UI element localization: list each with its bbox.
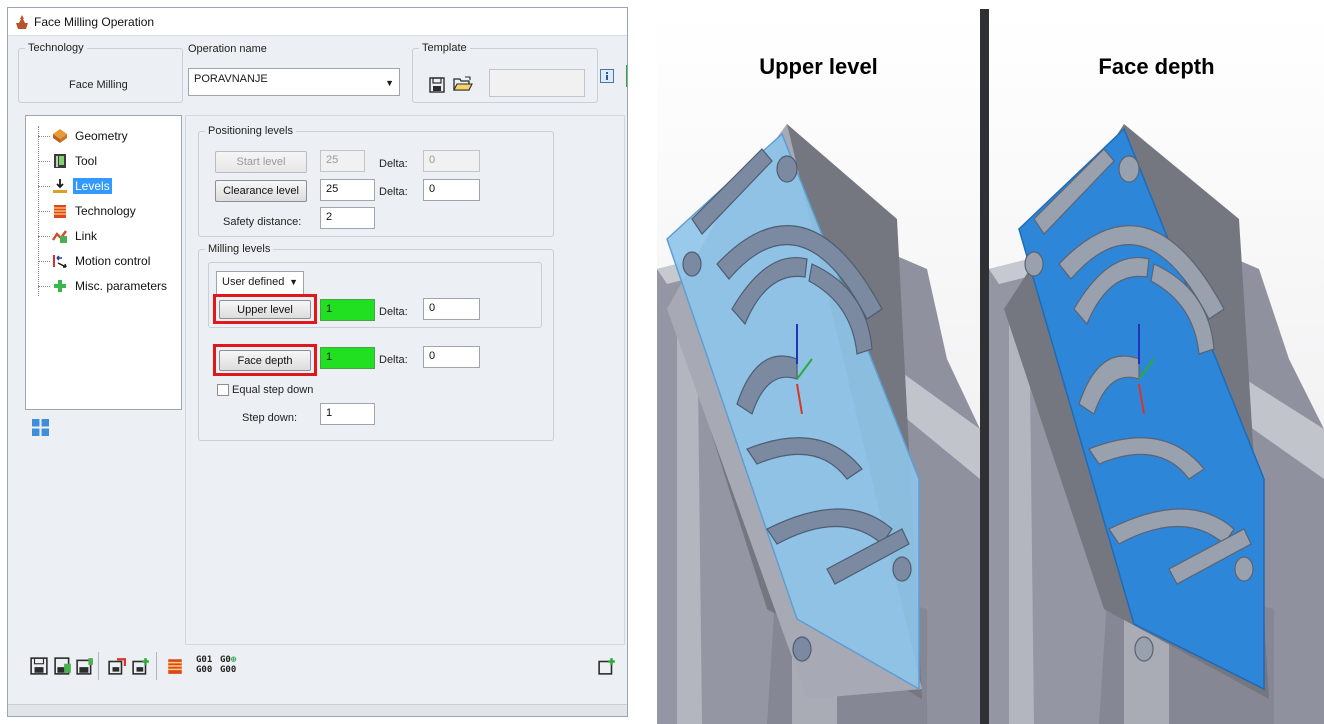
start-level-delta-label: Delta: bbox=[379, 158, 408, 170]
save-calculate-icon[interactable] bbox=[54, 656, 72, 676]
start-level-button[interactable]: Start level bbox=[215, 151, 307, 173]
technology-stack-icon[interactable] bbox=[166, 656, 184, 676]
template-group: Template bbox=[412, 42, 598, 103]
part-model-upper-level bbox=[657, 124, 980, 724]
tree-item-levels[interactable]: Levels bbox=[26, 176, 181, 196]
tree-label: Misc. parameters bbox=[75, 279, 168, 293]
step-down-field[interactable]: 1 bbox=[320, 403, 375, 425]
start-level-field[interactable]: 25 bbox=[320, 150, 365, 172]
open-folder-icon[interactable] bbox=[453, 75, 473, 93]
chevron-down-icon: ▼ bbox=[289, 277, 298, 287]
misc-parameters-icon bbox=[54, 280, 66, 292]
tree-label: Link bbox=[75, 229, 98, 243]
toolbar-separator bbox=[98, 652, 99, 680]
link-icon bbox=[52, 230, 67, 243]
gcode-rapid-icon[interactable]: G0⊕ G00 bbox=[220, 655, 236, 675]
tree-item-technology[interactable]: Technology bbox=[26, 201, 181, 221]
safety-distance-field[interactable]: 2 bbox=[320, 207, 375, 229]
panel-divider bbox=[980, 9, 989, 724]
info-icon[interactable] bbox=[600, 69, 614, 83]
technology-icon bbox=[54, 205, 66, 218]
operation-name-value: PORAVNANJE bbox=[194, 73, 268, 85]
face-depth-button[interactable]: Face depth bbox=[219, 350, 311, 371]
clearance-level-delta-field[interactable]: 0 bbox=[423, 179, 480, 201]
levels-icon bbox=[53, 179, 67, 193]
template-legend: Template bbox=[419, 42, 470, 54]
tree-item-link[interactable]: Link bbox=[26, 226, 181, 246]
face-milling-dialog: Face Milling Operation Technology Face M… bbox=[7, 7, 628, 717]
equal-step-down-label: Equal step down bbox=[232, 384, 314, 396]
part-model-face-depth bbox=[989, 124, 1324, 724]
tree-label: Tool bbox=[75, 154, 98, 168]
safety-distance-label: Safety distance: bbox=[223, 216, 302, 228]
technology-group: Technology Face Milling bbox=[18, 42, 183, 103]
milling-mode-select[interactable]: User defined ▼ bbox=[216, 271, 304, 295]
chevron-down-icon: ▼ bbox=[385, 78, 394, 88]
clearance-level-delta-label: Delta: bbox=[379, 186, 408, 198]
template-field bbox=[489, 69, 585, 97]
tree-item-geometry[interactable]: Geometry bbox=[26, 126, 181, 146]
upper-level-button[interactable]: Upper level bbox=[219, 300, 311, 319]
operation-name-select[interactable]: PORAVNANJE ▼ bbox=[188, 68, 400, 96]
upper-level-preview: Upper level bbox=[657, 9, 980, 724]
tree-label: Geometry bbox=[75, 129, 128, 143]
tool-icon bbox=[54, 154, 66, 168]
motion-control-icon bbox=[53, 255, 67, 268]
upper-level-delta-label: Delta: bbox=[379, 306, 408, 318]
apply-icon[interactable] bbox=[598, 656, 616, 676]
title-bar: Face Milling Operation bbox=[8, 8, 627, 36]
technology-legend: Technology bbox=[25, 42, 87, 54]
add-operation-icon[interactable] bbox=[132, 656, 150, 676]
clearance-level-button[interactable]: Clearance level bbox=[215, 180, 307, 202]
side-handle-icon bbox=[626, 65, 627, 87]
positioning-levels-legend: Positioning levels bbox=[205, 125, 296, 137]
tree-item-misc-parameters[interactable]: Misc. parameters bbox=[26, 276, 181, 296]
export-icon[interactable] bbox=[108, 656, 126, 676]
gcode-icon[interactable]: G01 G00 bbox=[196, 655, 212, 675]
tree-label: Levels bbox=[73, 178, 112, 194]
parameters-tree: Geometry Tool Levels Technology Link Mot… bbox=[25, 115, 182, 410]
window-title: Face Milling Operation bbox=[34, 14, 155, 29]
upper-level-field[interactable]: 1 bbox=[320, 299, 375, 321]
tree-item-tool[interactable]: Tool bbox=[26, 151, 181, 171]
save-icon[interactable] bbox=[429, 77, 445, 93]
clearance-level-field[interactable]: 25 bbox=[320, 179, 375, 201]
equal-step-down-checkbox[interactable] bbox=[217, 384, 229, 396]
upper-level-delta-field[interactable]: 0 bbox=[423, 298, 480, 320]
face-depth-delta-field[interactable]: 0 bbox=[423, 346, 480, 368]
tree-label: Technology bbox=[75, 204, 136, 218]
face-depth-preview: Face depth bbox=[989, 9, 1324, 724]
save-all-icon[interactable] bbox=[76, 656, 94, 676]
tree-label: Motion control bbox=[75, 254, 151, 268]
step-down-label: Step down: bbox=[242, 412, 298, 424]
toolbar-separator bbox=[156, 652, 157, 680]
start-level-delta-field[interactable]: 0 bbox=[423, 150, 480, 172]
milling-mode-value: User defined bbox=[222, 276, 285, 288]
tree-item-motion-control[interactable]: Motion control bbox=[26, 251, 181, 271]
face-depth-field[interactable]: 1 bbox=[320, 347, 375, 369]
grid-view-icon[interactable] bbox=[32, 419, 49, 436]
save-icon[interactable] bbox=[30, 656, 48, 676]
milling-levels-legend: Milling levels bbox=[205, 243, 274, 255]
face-depth-delta-label: Delta: bbox=[379, 354, 408, 366]
operation-name-label: Operation name bbox=[188, 43, 267, 55]
status-bar bbox=[8, 704, 627, 716]
technology-value: Face Milling bbox=[69, 79, 128, 91]
app-icon bbox=[16, 14, 28, 29]
geometry-icon bbox=[53, 129, 67, 143]
